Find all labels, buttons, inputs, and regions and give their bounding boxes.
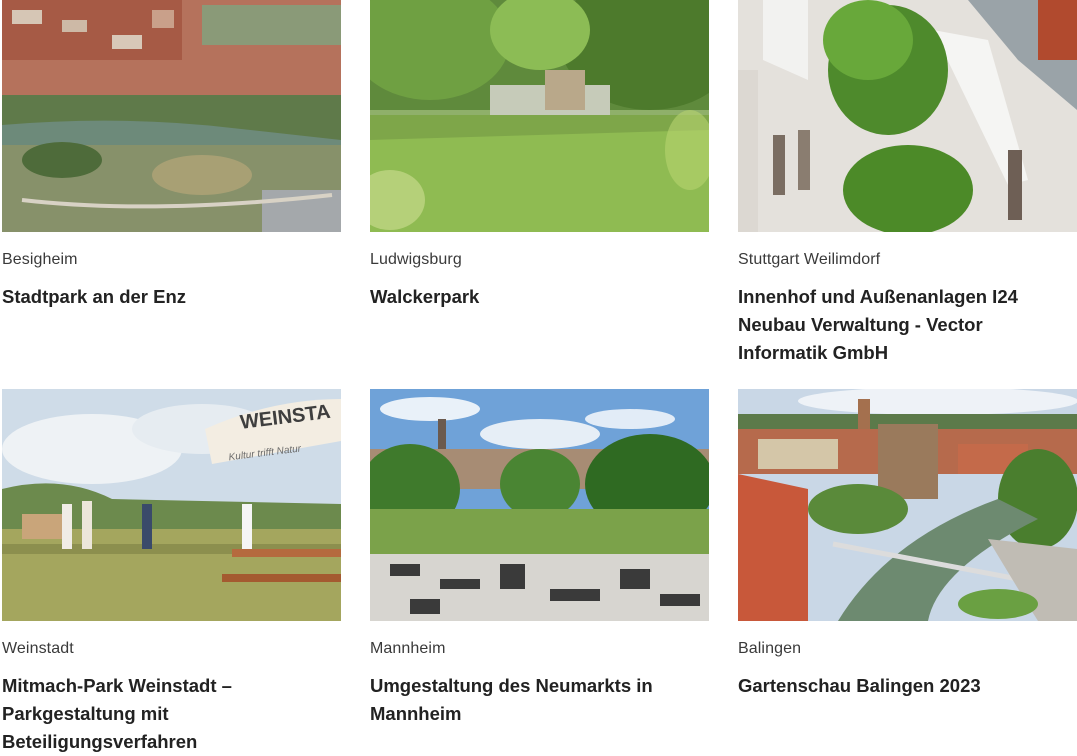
project-location: Mannheim — [370, 640, 446, 657]
project-location: Balingen — [738, 640, 802, 657]
project-image-besigheim[interactable] — [2, 0, 341, 232]
project-card-ludwigsburg[interactable]: Ludwigsburg Walckerpark — [370, 0, 709, 311]
project-title[interactable]: Stadtpark an der Enz — [2, 283, 341, 311]
project-image-balingen[interactable] — [738, 389, 1077, 621]
project-image-ludwigsburg[interactable] — [370, 0, 709, 232]
project-card-mannheim[interactable]: Mannheim Umgestaltung des Neumarkts in M… — [370, 389, 709, 728]
project-card-stuttgart-weilimdorf[interactable]: Stuttgart Weilimdorf Innenhof und Außena… — [738, 0, 1077, 367]
project-image-weinstadt[interactable]: WEINSTA Kultur trifft Natur — [2, 389, 341, 621]
project-card-weinstadt[interactable]: WEINSTA Kultur trifft Natur Weinstadt Mi… — [2, 389, 341, 756]
project-image-mannheim[interactable] — [370, 389, 709, 621]
project-grid: Besigheim Stadtpark an der Enz Ludwigsbu… — [0, 0, 1077, 752]
project-location: Weinstadt — [2, 640, 74, 657]
project-title[interactable]: Mitmach-Park Weinstadt – Parkgestaltung … — [2, 672, 341, 756]
project-location: Ludwigsburg — [370, 251, 462, 268]
project-image-stuttgart-weilimdorf[interactable] — [738, 0, 1077, 232]
project-title[interactable]: Walckerpark — [370, 283, 709, 311]
project-card-besigheim[interactable]: Besigheim Stadtpark an der Enz — [2, 0, 341, 311]
project-card-balingen[interactable]: Balingen Gartenschau Balingen 2023 — [738, 389, 1077, 700]
project-title[interactable]: Gartenschau Balingen 2023 — [738, 672, 1077, 700]
project-location: Stuttgart Weilimdorf — [738, 251, 881, 268]
project-title[interactable]: Innenhof und Außenanlagen I24 Neubau Ver… — [738, 283, 1077, 367]
project-location: Besigheim — [2, 251, 78, 268]
project-title[interactable]: Umgestaltung des Neumarkts in Mannheim — [370, 672, 709, 728]
